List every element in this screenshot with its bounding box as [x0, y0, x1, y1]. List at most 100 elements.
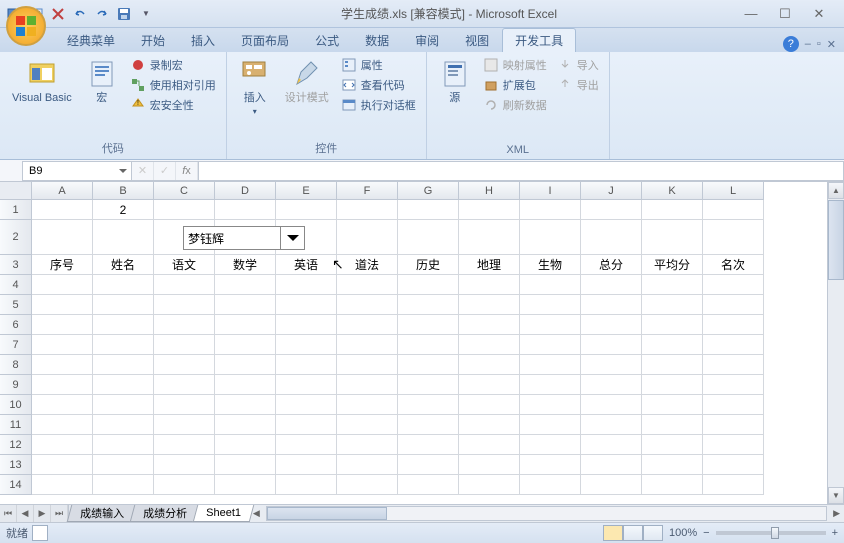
scroll-down-icon[interactable]: ▼: [828, 487, 844, 504]
cell[interactable]: [215, 435, 276, 455]
cell[interactable]: [93, 315, 154, 335]
row-header[interactable]: 14: [0, 475, 32, 495]
cell[interactable]: [703, 200, 764, 220]
insert-controls-button[interactable]: 插入▾: [235, 56, 275, 120]
column-header[interactable]: D: [215, 182, 276, 200]
cell[interactable]: [337, 295, 398, 315]
cell[interactable]: [398, 200, 459, 220]
office-button[interactable]: [6, 6, 46, 46]
cell[interactable]: [520, 335, 581, 355]
scroll-thumb[interactable]: [828, 200, 844, 280]
scroll-up-icon[interactable]: ▲: [828, 182, 844, 199]
tab-view[interactable]: 视图: [452, 28, 502, 52]
cell[interactable]: [276, 200, 337, 220]
cell[interactable]: [459, 335, 520, 355]
cell[interactable]: [581, 475, 642, 495]
cell[interactable]: [276, 295, 337, 315]
cell[interactable]: [703, 220, 764, 255]
column-header[interactable]: I: [520, 182, 581, 200]
row-header[interactable]: 5: [0, 295, 32, 315]
dropdown-combo[interactable]: 梦钰辉: [183, 226, 305, 250]
fx-icon[interactable]: fx: [176, 162, 198, 180]
cell[interactable]: [642, 475, 703, 495]
row-header[interactable]: 13: [0, 455, 32, 475]
cell[interactable]: 姓名: [93, 255, 154, 275]
cell[interactable]: [520, 295, 581, 315]
qat-save-icon[interactable]: [114, 4, 134, 24]
cell[interactable]: [459, 295, 520, 315]
horizontal-scrollbar[interactable]: ◀ ▶: [249, 505, 844, 522]
cell[interactable]: [154, 415, 215, 435]
cell[interactable]: [520, 275, 581, 295]
cell[interactable]: [459, 375, 520, 395]
row-header[interactable]: 9: [0, 375, 32, 395]
cell[interactable]: 历史: [398, 255, 459, 275]
cell[interactable]: [703, 335, 764, 355]
row-header[interactable]: 10: [0, 395, 32, 415]
cell[interactable]: [703, 375, 764, 395]
cell[interactable]: [32, 375, 93, 395]
row-header[interactable]: 11: [0, 415, 32, 435]
cell[interactable]: [398, 415, 459, 435]
view-page-break-button[interactable]: [643, 525, 663, 541]
cell[interactable]: [276, 335, 337, 355]
cell[interactable]: [215, 200, 276, 220]
tab-insert[interactable]: 插入: [178, 28, 228, 52]
cell[interactable]: 数学: [215, 255, 276, 275]
cell[interactable]: [215, 355, 276, 375]
tab-page-layout[interactable]: 页面布局: [228, 28, 302, 52]
cell[interactable]: [520, 200, 581, 220]
cell[interactable]: [642, 395, 703, 415]
column-header[interactable]: H: [459, 182, 520, 200]
cell[interactable]: [581, 455, 642, 475]
column-header[interactable]: L: [703, 182, 764, 200]
cell[interactable]: [32, 220, 93, 255]
cell[interactable]: [459, 220, 520, 255]
cell[interactable]: [459, 475, 520, 495]
properties-button[interactable]: 属性: [339, 56, 418, 74]
sheet-prev-icon[interactable]: ◀: [17, 505, 34, 522]
row-header[interactable]: 8: [0, 355, 32, 375]
cell[interactable]: [32, 475, 93, 495]
view-code-button[interactable]: 查看代码: [339, 76, 418, 94]
cell[interactable]: [215, 415, 276, 435]
cell[interactable]: [581, 220, 642, 255]
cell[interactable]: [215, 275, 276, 295]
cell[interactable]: [642, 335, 703, 355]
vertical-scrollbar[interactable]: ▲ ▼: [827, 182, 844, 504]
cell[interactable]: [276, 435, 337, 455]
sheet-next-icon[interactable]: ▶: [34, 505, 51, 522]
cell[interactable]: [154, 455, 215, 475]
cell[interactable]: [32, 200, 93, 220]
cell[interactable]: [32, 415, 93, 435]
doc-close-icon[interactable]: ✕: [827, 38, 836, 51]
cell[interactable]: [154, 355, 215, 375]
cell[interactable]: [703, 435, 764, 455]
cell[interactable]: [276, 475, 337, 495]
cell[interactable]: [520, 355, 581, 375]
cell[interactable]: [337, 335, 398, 355]
cell[interactable]: [93, 355, 154, 375]
cell[interactable]: [581, 435, 642, 455]
sheet-last-icon[interactable]: ⏭: [51, 505, 68, 522]
cell[interactable]: [398, 395, 459, 415]
cell[interactable]: [703, 315, 764, 335]
qat-undo-icon[interactable]: [70, 4, 90, 24]
cell[interactable]: 2: [93, 200, 154, 220]
column-header[interactable]: B: [93, 182, 154, 200]
zoom-level[interactable]: 100%: [669, 527, 697, 539]
cell[interactable]: 生物: [520, 255, 581, 275]
cell[interactable]: [581, 415, 642, 435]
cell[interactable]: [642, 200, 703, 220]
cell[interactable]: [581, 295, 642, 315]
cell[interactable]: [520, 375, 581, 395]
cell[interactable]: [642, 435, 703, 455]
cell[interactable]: [703, 275, 764, 295]
cell[interactable]: [32, 335, 93, 355]
cell[interactable]: [703, 455, 764, 475]
cell[interactable]: [276, 455, 337, 475]
cell[interactable]: [642, 275, 703, 295]
relative-ref-button[interactable]: 使用相对引用: [128, 76, 218, 94]
tab-classic-menu[interactable]: 经典菜单: [54, 28, 128, 52]
sheet-tab-active[interactable]: Sheet1: [193, 505, 254, 522]
